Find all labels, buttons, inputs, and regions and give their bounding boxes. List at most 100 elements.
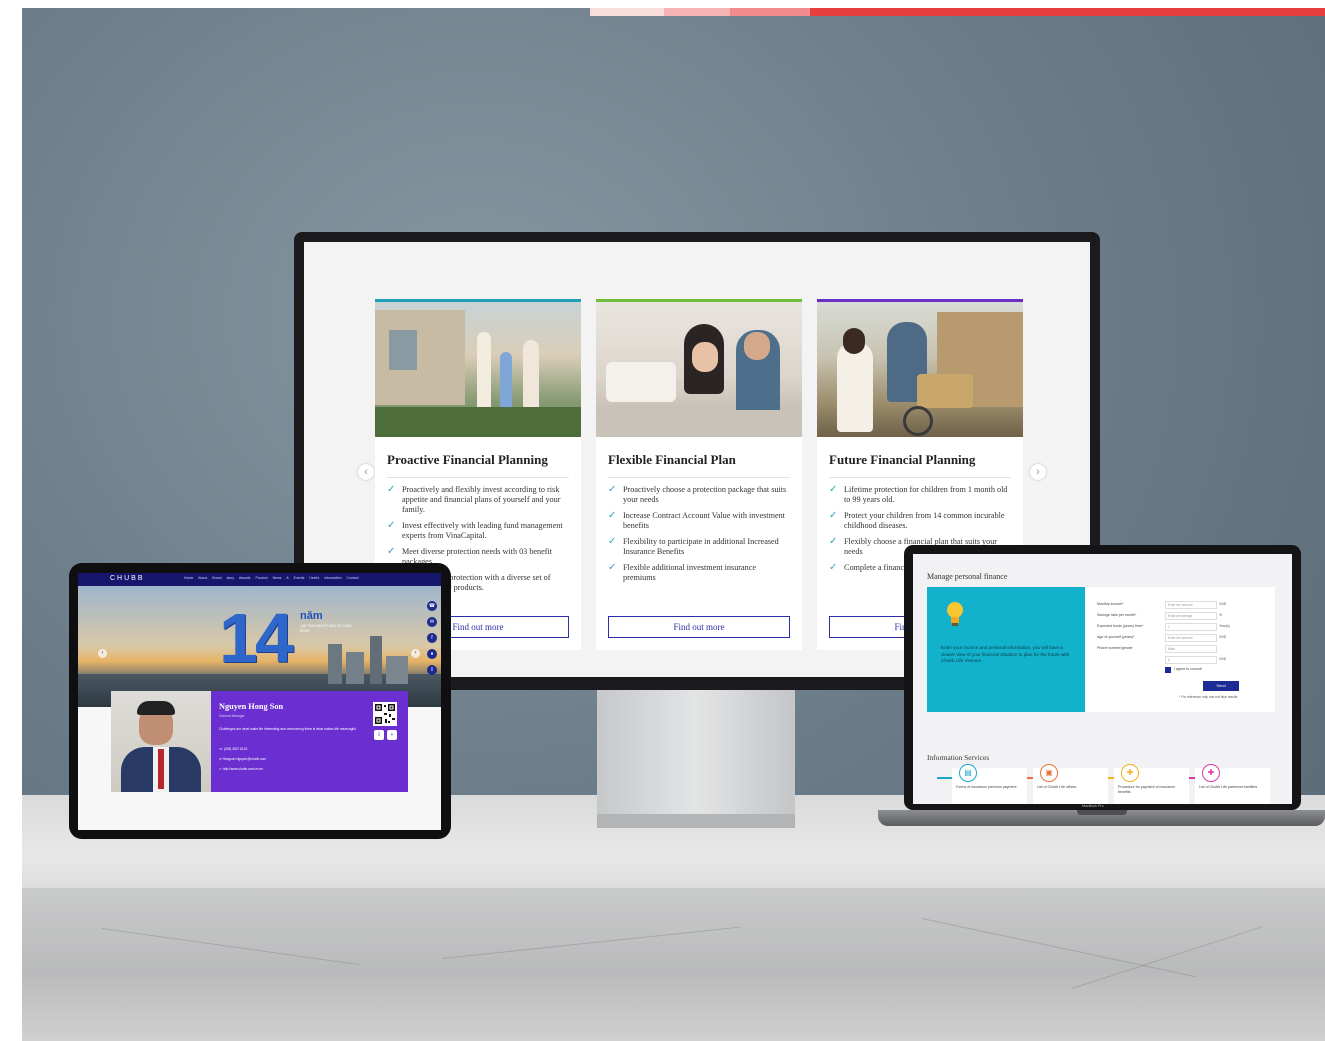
field-label: Expected funds (years) time* (1097, 624, 1144, 628)
qr-code (373, 702, 397, 726)
list-item: ✓ Proactively choose a protection package… (608, 484, 787, 505)
form-row: Expected funds (years) time* 1 Year(s) (1097, 623, 1272, 631)
tablet-screen: CHUBB Home About Brand story Awards Prod… (78, 573, 441, 830)
profile-phone[interactable]: ☏ (028) 3827 8123 (219, 747, 247, 751)
amount-input[interactable]: 0 (1165, 656, 1217, 664)
list-item: ✓ Increase Contract Account Value with in… (608, 510, 785, 531)
share-icon[interactable]: ⇪ (427, 665, 437, 675)
family-bicycle-photo (817, 302, 1023, 437)
anniversary-word: năm (300, 610, 323, 622)
monitor-stand (597, 690, 795, 816)
list-item: ✓ Invest effectively with leading fund ma… (387, 520, 563, 541)
nav-menu: Home About Brand story Awards Product Ne… (184, 576, 359, 580)
profile-quote: Challenges are what make life interestin… (219, 727, 356, 731)
product-card: Flexible Financial Plan ✓ Proactively cho… (596, 299, 802, 650)
shelf-front (22, 888, 1325, 1041)
nav-item[interactable]: Awards (239, 576, 251, 580)
check-icon: ✓ (829, 562, 838, 573)
page-title: Manage personal finance (927, 572, 1008, 581)
save-contact-icon[interactable]: + (387, 730, 397, 740)
accent-bar-segment (590, 8, 664, 16)
promo-box: Enter your income and personal informati… (927, 587, 1085, 712)
card-title: Future Financial Planning (829, 452, 976, 467)
field-unit: % (1219, 613, 1223, 617)
find-out-more-button[interactable]: Find out more (608, 616, 790, 638)
mail-icon[interactable]: ✉ (427, 617, 437, 627)
accent-bar-segment (730, 8, 810, 16)
form-row: Monthly income* Enter the amount VND (1097, 601, 1272, 609)
profile-email[interactable]: ✉ Hongson.Nguyen@chubb.com (219, 757, 266, 761)
service-label: List of Chubb Life offices (1037, 785, 1077, 789)
lightbulb-icon (947, 602, 963, 626)
finance-calculator-panel: Enter your income and personal informati… (927, 587, 1275, 712)
hero-next-button[interactable]: › (411, 649, 420, 658)
building-icon: ▣ (1040, 764, 1058, 782)
field-label: Monthly income* (1097, 602, 1124, 606)
profile-name: Nguyen Hong Son (219, 702, 284, 711)
service-card[interactable]: ✚ List of Chubb Life partnered facilitie… (1195, 764, 1270, 804)
carousel-next-button[interactable]: › (1030, 464, 1046, 480)
check-icon: ✓ (387, 520, 396, 531)
age-input[interactable]: Enter the amount (1165, 634, 1217, 642)
nav-item[interactable]: Home (184, 576, 193, 580)
download-icon[interactable]: ⇩ (374, 730, 384, 740)
nav-item[interactable]: Product (256, 576, 268, 580)
check-icon: ✓ (829, 510, 838, 521)
check-icon: ✓ (829, 536, 838, 547)
disclaimer-note: * For reference only and not final resul… (1179, 695, 1238, 699)
profile-role: General Manager (219, 714, 245, 718)
laptop-notch (1077, 810, 1127, 815)
funds-years-input[interactable]: 1 (1165, 623, 1217, 631)
laptop-screen: Manage personal finance Enter your incom… (913, 554, 1292, 804)
promo-text: Enter your income and personal informati… (941, 645, 1070, 664)
card-title: Proactive Financial Planning (387, 452, 548, 467)
phone-icon[interactable]: ☎ (427, 601, 437, 611)
hero-prev-button[interactable]: ‹ (98, 649, 107, 658)
service-label: Forms of insurance premium payment (956, 785, 1017, 789)
nav-item[interactable]: Contact (347, 576, 359, 580)
consent-checkbox[interactable] (1165, 667, 1171, 673)
couple-laptop-photo (596, 302, 802, 437)
check-icon: ✓ (608, 536, 617, 547)
service-label: Procedure for payment of insurance benef… (1118, 785, 1176, 794)
list-item: ✓ Flexible additional investment insuranc… (608, 562, 757, 583)
carousel-prev-button[interactable]: ‹ (358, 464, 374, 480)
anniversary-number: 14 (219, 599, 294, 677)
monthly-income-input[interactable]: Enter the amount (1165, 601, 1217, 609)
check-icon: ✓ (387, 546, 396, 557)
benefit-list: ✓ Proactively choose a protection package… (608, 485, 790, 589)
service-label: List of Chubb Life partnered facilities (1199, 785, 1258, 789)
qr-code-graphic (375, 704, 395, 724)
hospital-icon: ✚ (1202, 764, 1220, 782)
laptop: Manage personal finance Enter your incom… (904, 545, 1301, 810)
field-unit: VND (1219, 602, 1227, 606)
form-row: Phone number/gender Male (1097, 645, 1272, 653)
mockup-scene: ‹ › Proactive Financial Planning ✓ Proact… (22, 8, 1325, 1041)
savings-ratio-input[interactable]: Enter percentage (1165, 612, 1217, 620)
facebook-icon[interactable]: f (427, 633, 437, 643)
list-item: ✓ Lifetime protection for children from 1… (829, 484, 1008, 505)
consent-label: I agree to consult (1174, 667, 1202, 671)
chat-icon[interactable]: ● (427, 649, 437, 659)
nav-item[interactable]: News & Events (273, 576, 305, 580)
nav-item[interactable]: About (198, 576, 207, 580)
chubb-logo[interactable]: CHUBB (110, 575, 145, 582)
check-icon: ✓ (829, 484, 838, 495)
nav-item[interactable]: Useful information (309, 576, 341, 580)
document-icon: ▤ (959, 764, 977, 782)
nav-item[interactable]: Brand story (212, 576, 234, 580)
service-card[interactable]: ▣ List of Chubb Life offices (1033, 764, 1108, 804)
service-card[interactable]: ▤ Forms of insurance premium payment (952, 764, 1027, 804)
field-unit: VND (1219, 657, 1227, 661)
top-nav: CHUBB Home About Brand story Awards Prod… (78, 573, 441, 586)
service-card[interactable]: ✚ Procedure for payment of insurance ben… (1114, 764, 1189, 804)
gender-select[interactable]: Male (1165, 645, 1217, 653)
list-item: ✓ Flexibility to participate in additiona… (608, 536, 779, 557)
send-button[interactable]: Send (1203, 681, 1239, 691)
check-icon: ✓ (387, 484, 396, 495)
accent-bar-segment (664, 8, 730, 16)
anniversary-tagline: LAN TỎA CAM KẾT BẢO VỆ CỘNG ĐỒNG (300, 624, 352, 633)
profile-website[interactable]: ▭ http://www.chubb.com/vn-en (219, 767, 263, 771)
profile-card: Nguyen Hong Son General Manager Challeng… (211, 691, 408, 792)
form-row: Savings ratio per month* Enter percentag… (1097, 612, 1272, 620)
